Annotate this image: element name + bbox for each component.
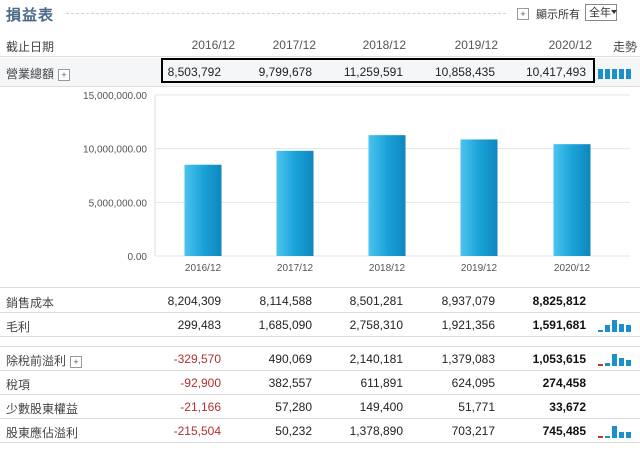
sparkline-bar xyxy=(626,325,631,332)
row-value: 51,771 xyxy=(458,400,495,414)
table-row: 除稅前溢利 + -329,570 490,069 2,140,181 1,379,083 1… xyxy=(0,346,640,371)
row-value: 8,114,588 xyxy=(259,294,313,308)
row-label: 銷售成本 xyxy=(6,296,55,310)
page-title: 損益表 xyxy=(6,7,55,24)
row-value: 382,557 xyxy=(268,376,312,390)
x-tick-label: 2019/12 xyxy=(461,263,498,274)
table-row: 毛利 299,483 1,685,090 2,758,310 1,921,356 1,59… xyxy=(0,312,640,337)
row-value: 624,095 xyxy=(451,376,495,390)
row-value: 33,672 xyxy=(549,400,586,414)
row-value: -329,570 xyxy=(173,352,221,366)
row-value: 611,891 xyxy=(360,376,404,390)
y-tick-label: 5,000,000.00 xyxy=(89,198,148,209)
row-value: 1,591,681 xyxy=(532,318,586,332)
year-header: 2018/12 xyxy=(362,38,406,52)
x-tick-label: 2017/12 xyxy=(277,263,314,274)
sparkline-bar xyxy=(605,436,610,438)
row-label: 少數股東權益 xyxy=(6,402,79,416)
title-divider xyxy=(66,13,506,14)
row-value: -92,900 xyxy=(180,376,221,390)
table-row: 股東應佔溢利 -215,504 50,232 1,378,890 703,217 745,… xyxy=(0,418,640,443)
sparkline-bar xyxy=(619,324,624,332)
table-row: 銷售成本 8,204,309 8,114,588 8,501,281 8,937,079… xyxy=(0,288,640,313)
row-value: 274,458 xyxy=(542,376,586,390)
sparkline-bar xyxy=(598,330,603,332)
sparkline-bar xyxy=(626,360,631,366)
sparkline-bar xyxy=(605,363,610,366)
y-tick-label: 10,000,000.00 xyxy=(83,145,147,156)
row-label: 除稅前溢利 xyxy=(6,354,67,368)
table-row: 少數股東權益 -21,166 57,280 149,400 51,771 33,672 xyxy=(0,394,640,419)
expand-row-button[interactable]: + xyxy=(70,355,83,368)
row-value: 57,280 xyxy=(275,400,312,414)
show-all-label[interactable]: 顯示所有 xyxy=(536,6,580,22)
row-value: 2,140,181 xyxy=(349,352,403,366)
year-header: 2017/12 xyxy=(272,38,316,52)
section-divider xyxy=(0,346,640,347)
expand-revenue-button[interactable]: + xyxy=(58,68,71,81)
row-value: -21,166 xyxy=(180,400,221,414)
row-value: 745,485 xyxy=(542,424,586,438)
sparkline-bar xyxy=(605,325,610,332)
expand-all-toggle[interactable]: + xyxy=(517,8,529,20)
chart-bar[interactable] xyxy=(184,164,222,256)
row-value: 490,069 xyxy=(268,352,312,366)
row-value: 299,483 xyxy=(177,318,221,332)
chart-svg: 15,000,000.00 10,000,000.00 5,000,000.00 0.… xyxy=(83,91,630,274)
row-value: 8,825,812 xyxy=(532,294,586,308)
chart-bar[interactable] xyxy=(553,144,591,256)
table-header: 截止日期 2016/12 2017/12 2018/12 2019/12 202… xyxy=(0,32,640,57)
row-label: 稅項 xyxy=(6,378,31,392)
trend-sparkline[interactable] xyxy=(598,316,632,332)
row-value: 8,501,281 xyxy=(349,294,403,308)
row-value: 2,758,310 xyxy=(349,318,403,332)
row-value: 1,921,356 xyxy=(441,318,495,332)
row-value: 8,204,309 xyxy=(167,294,221,308)
row-value: -215,504 xyxy=(173,424,221,438)
row-value: 149,400 xyxy=(359,400,403,414)
revenue-label: 營業總額 xyxy=(6,67,55,81)
sparkline-bar xyxy=(619,432,624,438)
chevron-down-icon xyxy=(611,10,617,14)
x-tick-label: 2020/12 xyxy=(554,263,591,274)
row-value: 1,379,083 xyxy=(441,352,495,366)
row-value: 1,053,615 xyxy=(532,352,586,366)
sparkline-bar xyxy=(612,320,617,332)
year-header: 2019/12 xyxy=(454,38,498,52)
sparkline-bar xyxy=(619,358,624,366)
trend-header: 走勢 xyxy=(613,40,638,54)
row-value: 1,685,090 xyxy=(258,318,312,332)
sparkline-bar xyxy=(598,436,603,438)
row-value: 8,937,079 xyxy=(441,294,495,308)
x-tick-label: 2016/12 xyxy=(185,263,222,274)
sparkline-bar xyxy=(598,364,603,366)
revenue-bar-chart: 15,000,000.00 10,000,000.00 5,000,000.00 0.… xyxy=(0,86,640,286)
x-tick-label: 2018/12 xyxy=(369,263,406,274)
sparkline-bar xyxy=(626,432,631,438)
trend-sparkline[interactable] xyxy=(598,350,632,366)
year-header: 2020/12 xyxy=(548,38,592,52)
revenue-highlight-box xyxy=(161,58,595,83)
revenue-trend-sparkline[interactable] xyxy=(598,63,632,79)
chart-bar[interactable] xyxy=(368,135,406,256)
year-header: 2016/12 xyxy=(191,38,235,52)
table-row: 稅項 -92,900 382,557 611,891 624,095 274,458 xyxy=(0,370,640,395)
row-label: 股東應佔溢利 xyxy=(6,426,79,440)
chart-bar[interactable] xyxy=(460,139,498,256)
trend-sparkline[interactable] xyxy=(598,422,632,438)
chart-bar[interactable] xyxy=(276,150,314,256)
row-value: 703,217 xyxy=(451,424,495,438)
sparkline-bar xyxy=(612,426,617,438)
sparkline-bar xyxy=(612,354,617,366)
row-value: 50,232 xyxy=(275,424,312,438)
row-value: 1,378,890 xyxy=(349,424,403,438)
y-tick-label: 0.00 xyxy=(128,252,148,263)
date-column-header: 截止日期 xyxy=(6,40,55,54)
y-tick-label: 15,000,000.00 xyxy=(83,91,147,102)
row-label: 毛利 xyxy=(6,320,31,334)
